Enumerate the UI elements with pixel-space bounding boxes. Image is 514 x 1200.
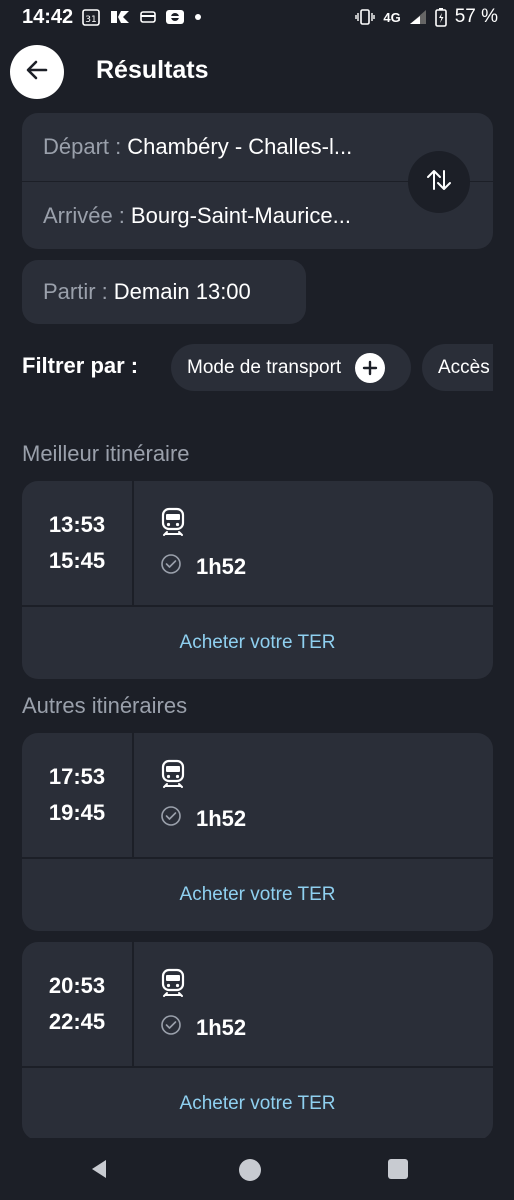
itinerary-times: 17:53 19:45 xyxy=(22,733,132,857)
departure-time: 17:53 xyxy=(48,764,106,789)
battery-icon xyxy=(434,7,447,27)
status-time: 14:42 xyxy=(22,5,74,28)
departure-time: 13:53 xyxy=(48,512,106,537)
swap-button[interactable] xyxy=(408,151,470,213)
departure-value: Chambéry - Challes-l... xyxy=(127,134,353,159)
nav-back-icon[interactable] xyxy=(88,1158,110,1180)
arrival-time: 19:45 xyxy=(48,800,106,825)
clock-icon xyxy=(160,1014,182,1041)
arrival-label: Arrivée : xyxy=(43,203,125,228)
nav-recents-icon[interactable] xyxy=(387,1158,409,1180)
departure-time-value: Demain 13:00 xyxy=(113,279,251,304)
filter-chip-transport-mode[interactable]: Mode de transport xyxy=(171,344,411,391)
buy-ticket-button[interactable]: Acheter votre TER xyxy=(22,1068,493,1140)
page-title: Résultats xyxy=(96,56,209,84)
divider xyxy=(132,733,134,857)
arrival-time: 15:45 xyxy=(48,548,106,573)
divider xyxy=(132,481,134,605)
filter-chip-access[interactable]: Accès xyxy=(422,344,493,391)
signal-icon xyxy=(409,9,427,25)
itinerary-card[interactable]: 17:53 19:45 1h52 Acheter votre TER xyxy=(22,733,493,931)
buy-ticket-button[interactable]: Acheter votre TER xyxy=(22,607,493,679)
other-itineraries-title: Autres itinéraires xyxy=(22,693,188,718)
filter-chip-label: Accès xyxy=(438,356,490,378)
vibrate-icon xyxy=(355,8,376,26)
nav-home-icon[interactable] xyxy=(238,1158,262,1182)
header: Résultats xyxy=(0,42,514,102)
status-bar: 14:42 31 4G 57 % xyxy=(0,0,514,34)
transit-app-icon xyxy=(165,9,185,25)
arrival-value: Bourg-Saint-Maurice... xyxy=(130,203,352,228)
itinerary-card[interactable]: 20:53 22:45 1h52 Acheter votre TER xyxy=(22,942,493,1140)
departure-time-button[interactable]: Partir : Demain 13:00 xyxy=(22,260,306,324)
calendar-icon: 31 xyxy=(82,8,100,26)
departure-time-label: Partir : xyxy=(43,279,108,304)
duration-row: 1h52 xyxy=(160,1014,246,1041)
app-notification-icon xyxy=(109,9,131,25)
itinerary-times: 13:53 15:45 xyxy=(22,481,132,605)
departure-field[interactable]: Départ : Chambéry - Challes-l... xyxy=(43,113,352,181)
dot-icon xyxy=(194,13,202,21)
train-icon xyxy=(160,507,186,542)
itinerary-card[interactable]: 13:53 15:45 1h52 Acheter votre TER xyxy=(22,481,493,679)
duration: 1h52 xyxy=(196,1014,247,1040)
back-button[interactable] xyxy=(10,45,64,99)
duration: 1h52 xyxy=(196,553,247,579)
arrow-left-icon xyxy=(24,57,50,88)
clock-icon xyxy=(160,553,182,580)
arrival-time: 22:45 xyxy=(48,1009,106,1034)
battery-level: 57 % xyxy=(454,6,498,27)
departure-time: 20:53 xyxy=(48,973,106,998)
duration-row: 1h52 xyxy=(160,805,246,832)
plus-icon xyxy=(355,352,386,383)
card-icon xyxy=(140,10,156,24)
filter-label: Filtrer par : xyxy=(22,353,139,378)
network-type: 4G xyxy=(383,9,401,25)
swap-vertical-icon xyxy=(425,168,453,197)
train-icon xyxy=(160,759,186,794)
navigation-bar xyxy=(0,1138,514,1200)
best-itinerary-title: Meilleur itinéraire xyxy=(22,441,190,466)
divider xyxy=(132,942,134,1066)
arrival-field[interactable]: Arrivée : Bourg-Saint-Maurice... xyxy=(43,182,351,250)
duration: 1h52 xyxy=(196,805,247,831)
clock-icon xyxy=(160,805,182,832)
buy-ticket-button[interactable]: Acheter votre TER xyxy=(22,859,493,931)
departure-label: Départ : xyxy=(43,134,122,159)
calendar-day: 31 xyxy=(85,15,96,25)
duration-row: 1h52 xyxy=(160,553,246,580)
filter-chip-label: Mode de transport xyxy=(187,356,342,378)
train-icon xyxy=(160,968,186,1003)
itinerary-times: 20:53 22:45 xyxy=(22,942,132,1066)
filter-chips[interactable]: Mode de transport Accès xyxy=(171,344,493,391)
